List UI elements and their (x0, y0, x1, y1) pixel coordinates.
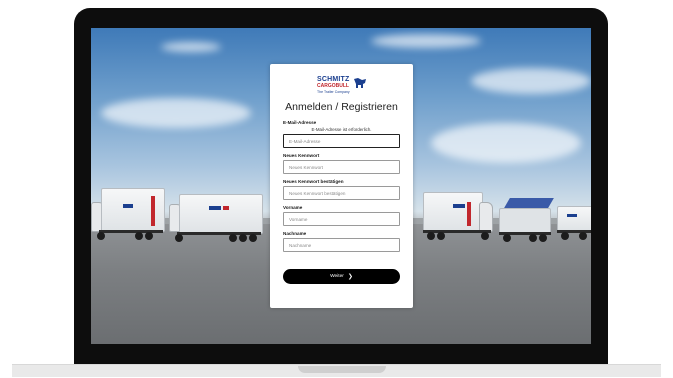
last-name-input[interactable] (284, 239, 399, 251)
logo-name-line2: CARGOBULL (317, 83, 349, 89)
confirm-password-input[interactable] (284, 187, 399, 199)
confirm-password-field-container (283, 186, 400, 200)
new-password-field-container (283, 160, 400, 174)
confirm-password-label: Neues Kennwort bestätigen (283, 179, 344, 184)
last-name-label: Nachname (283, 231, 307, 236)
logo-tagline: The Trailer Company (317, 90, 350, 94)
first-name-field-container (283, 212, 400, 226)
continue-button[interactable]: Weiter ❯ (283, 269, 400, 284)
bull-icon (354, 78, 366, 88)
last-name-field-container (283, 238, 400, 252)
email-label: E-Mail-Adresse (283, 120, 317, 125)
cloud (161, 42, 221, 52)
registration-card: SCHMITZ CARGOBULL The Trailer Company An… (270, 64, 413, 308)
new-password-label: Neues Kennwort (283, 153, 320, 158)
cloud (101, 98, 251, 128)
cloud (371, 34, 481, 48)
first-name-input[interactable] (284, 213, 399, 225)
continue-button-label: Weiter (330, 274, 344, 279)
new-password-input[interactable] (284, 161, 399, 173)
page-title: Anmelden / Registrieren (285, 101, 398, 113)
laptop-notch (298, 366, 386, 373)
cloud (471, 68, 591, 94)
cloud (431, 123, 581, 163)
logo-name-line1: SCHMITZ (317, 76, 350, 83)
email-field-container (283, 134, 400, 148)
email-input[interactable] (284, 135, 399, 147)
email-error-message: E-Mail-Adresse ist erforderlich. (311, 127, 372, 132)
first-name-label: Vorname (283, 205, 303, 210)
chevron-right-icon: ❯ (347, 273, 353, 280)
schmitz-cargobull-logo: SCHMITZ CARGOBULL The Trailer Company (317, 76, 369, 96)
